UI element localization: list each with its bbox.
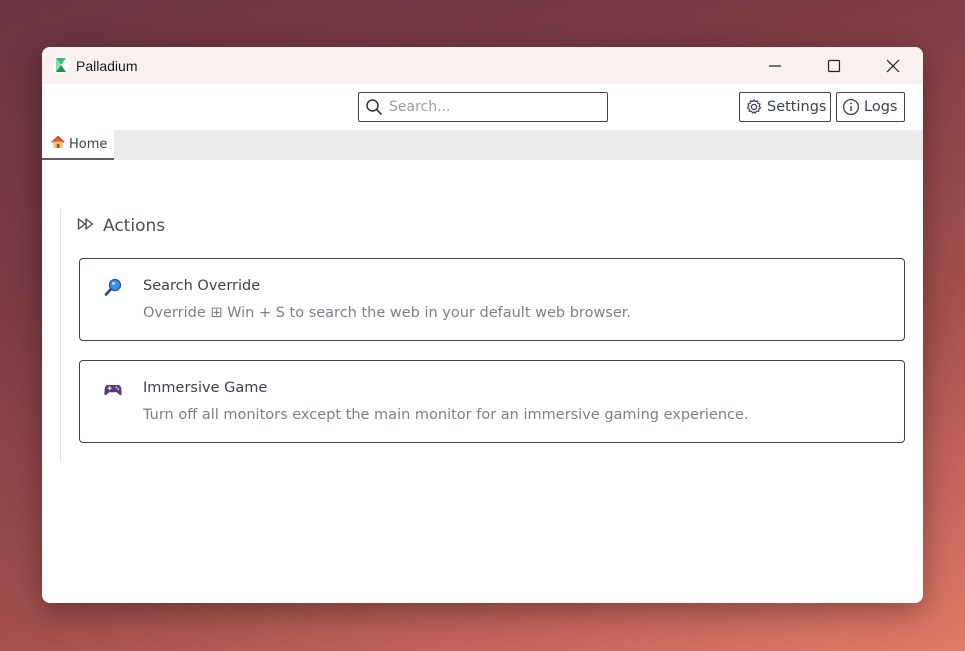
title-bar[interactable]: Palladium bbox=[42, 47, 923, 84]
tab-bar: Home bbox=[42, 130, 923, 160]
game-controller-emoji-icon bbox=[104, 380, 122, 398]
info-icon bbox=[842, 98, 860, 116]
tab-home-label: Home bbox=[69, 136, 108, 152]
logs-button[interactable]: Logs bbox=[836, 92, 905, 122]
fast-forward-icon bbox=[77, 217, 95, 236]
tab-home[interactable]: Home bbox=[42, 130, 114, 160]
action-description: Turn off all monitors except the main mo… bbox=[143, 407, 749, 423]
actions-section-header: Actions bbox=[77, 216, 165, 236]
magnifying-glass-emoji-icon bbox=[104, 278, 122, 296]
close-icon bbox=[886, 59, 900, 72]
search-box[interactable] bbox=[358, 92, 608, 122]
house-icon bbox=[51, 135, 65, 153]
palladium-logo-icon bbox=[52, 56, 70, 74]
minimize-button[interactable] bbox=[746, 47, 804, 84]
close-button[interactable] bbox=[864, 47, 922, 84]
app-window: Palladium Search... Settings Logs Home A… bbox=[42, 47, 923, 603]
window-title: Palladium bbox=[76, 58, 138, 74]
action-title: Immersive Game bbox=[143, 380, 268, 396]
section-divider bbox=[60, 209, 61, 462]
logs-label: Logs bbox=[864, 99, 898, 115]
search-icon bbox=[365, 98, 383, 116]
action-card-immersive-game[interactable]: Immersive Game Turn off all monitors exc… bbox=[79, 360, 905, 443]
action-title: Search Override bbox=[143, 278, 261, 294]
search-input[interactable] bbox=[389, 99, 589, 115]
minimize-icon bbox=[769, 64, 781, 67]
maximize-icon bbox=[827, 59, 841, 72]
settings-button[interactable]: Settings bbox=[739, 92, 831, 122]
gear-icon bbox=[745, 98, 763, 116]
settings-label: Settings bbox=[767, 99, 827, 115]
action-card-search-override[interactable]: Search Override Override ⊞ Win + S to se… bbox=[79, 258, 905, 341]
toolbar: Settings Logs bbox=[42, 84, 923, 130]
maximize-button[interactable] bbox=[805, 47, 863, 84]
section-title: Actions bbox=[103, 216, 166, 236]
action-description: Override ⊞ Win + S to search the web in … bbox=[143, 305, 632, 321]
main-content: Actions Search Override Override ⊞ Win +… bbox=[42, 160, 923, 603]
